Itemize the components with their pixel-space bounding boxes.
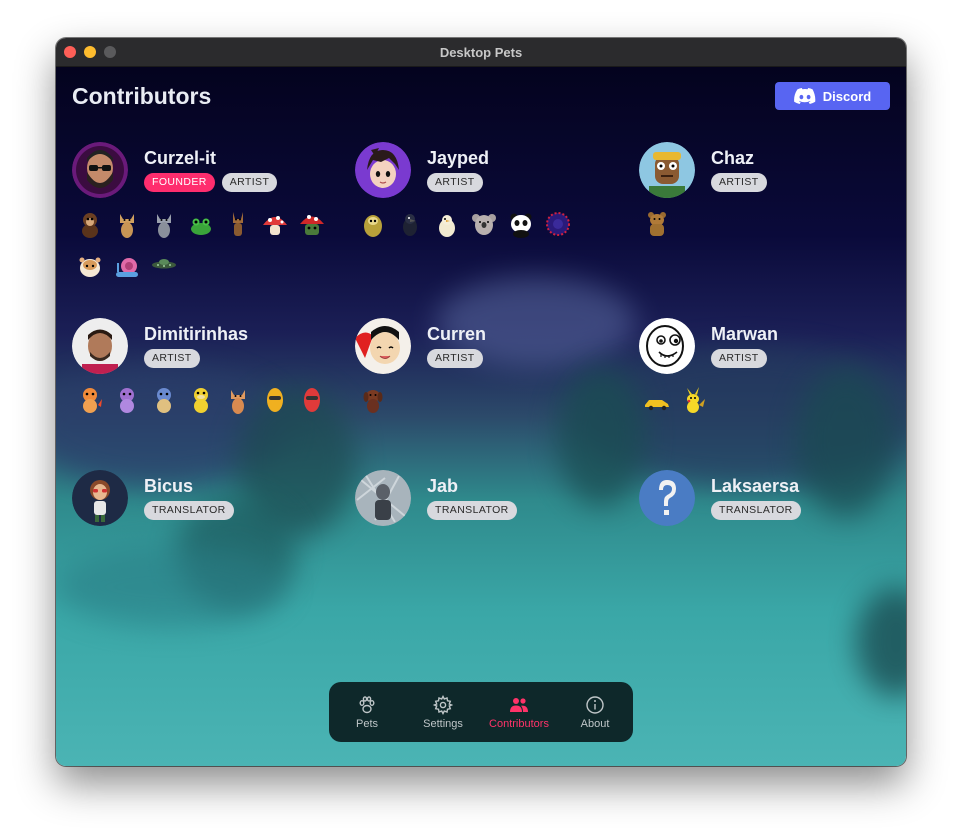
badge-list: ARTIST <box>427 173 483 192</box>
pet-list <box>72 206 342 290</box>
app-window: Desktop Pets Contributors Discord Curzel… <box>56 38 906 766</box>
photo-avatar-icon <box>355 470 411 526</box>
rattata-icon[interactable] <box>109 382 145 418</box>
bear-icon[interactable] <box>639 206 675 242</box>
man-photo-avatar-icon <box>72 318 128 374</box>
discord-button[interactable]: Discord <box>775 82 890 110</box>
tab-label: About <box>580 717 610 730</box>
badge-list: TRANSLATOR <box>144 501 234 520</box>
question-mark-avatar-icon <box>639 470 695 526</box>
translator-badge: TRANSLATOR <box>144 501 234 520</box>
koala-icon[interactable] <box>466 206 502 242</box>
cat-gray-icon[interactable] <box>146 206 182 242</box>
background-hill <box>56 547 286 627</box>
egg-red-icon[interactable] <box>294 382 330 418</box>
hedgehog-icon[interactable] <box>540 206 576 242</box>
artist-badge: ARTIST <box>427 349 483 368</box>
frog-icon[interactable] <box>183 206 219 242</box>
title-bar: Desktop Pets <box>56 38 906 67</box>
contributors-view: Contributors Discord Curzel-it FOUNDER A… <box>56 67 906 766</box>
contributor-name: Dimitirinhas <box>144 324 249 344</box>
founder-badge: FOUNDER <box>144 173 215 192</box>
charmander-icon[interactable] <box>72 382 108 418</box>
chick-icon[interactable] <box>429 206 465 242</box>
snail-icon[interactable] <box>109 248 145 284</box>
tab-settings[interactable]: Settings <box>406 688 480 736</box>
badge-list: ARTIST <box>427 349 483 368</box>
badge-list: ARTIST <box>711 173 767 192</box>
panda-icon[interactable] <box>503 206 539 242</box>
contributor-name: Laksaersa <box>711 476 800 496</box>
tab-contributors[interactable]: Contributors <box>482 688 556 736</box>
background-tree <box>856 587 906 697</box>
pet-list <box>639 382 906 424</box>
mushroom-green-icon[interactable] <box>294 206 330 242</box>
contributor-name: Curzel-it <box>144 148 216 168</box>
egg-yellow-icon[interactable] <box>257 382 293 418</box>
tab-label: Pets <box>355 717 378 730</box>
dog-icon[interactable] <box>220 206 256 242</box>
anime-character-avatar-icon <box>355 318 411 374</box>
paw-icon <box>359 695 375 713</box>
artist-badge: ARTIST <box>427 173 483 192</box>
cat-tan-icon[interactable] <box>109 206 145 242</box>
window-title: Desktop Pets <box>439 45 523 60</box>
badge-list: ARTIST <box>711 349 767 368</box>
cartoon-man-avatar-icon <box>639 142 695 198</box>
contributor-name: Chaz <box>711 148 755 168</box>
page-title: Contributors <box>72 83 212 109</box>
tab-pets[interactable]: Pets <box>330 688 404 736</box>
anime-girl-avatar-icon <box>355 142 411 198</box>
ufo-icon[interactable] <box>146 248 182 284</box>
translator-badge: TRANSLATOR <box>427 501 517 520</box>
badge-list: TRANSLATOR <box>711 501 801 520</box>
artist-badge: ARTIST <box>144 349 200 368</box>
discord-icon <box>793 88 816 104</box>
bitmoji-avatar-icon <box>72 470 128 526</box>
contributor-name: Curren <box>427 324 487 344</box>
hamster-icon[interactable] <box>72 248 108 284</box>
pet-list <box>639 206 906 248</box>
tab-bar: Pets Settings Contributors About <box>329 682 633 742</box>
bearded-man-avatar-icon <box>72 142 128 198</box>
contributor-name: Jab <box>427 476 459 496</box>
gear-icon <box>433 694 453 715</box>
cat-orange-icon[interactable] <box>220 382 256 418</box>
squirtle-icon[interactable] <box>146 382 182 418</box>
info-icon <box>586 695 604 714</box>
brown-dog-icon[interactable] <box>355 382 391 418</box>
contributor-name: Bicus <box>144 476 194 496</box>
cartoon-face-avatar-icon <box>639 318 695 374</box>
artist-badge: ARTIST <box>711 349 767 368</box>
tab-about[interactable]: About <box>558 688 632 736</box>
badge-list: TRANSLATOR <box>427 501 517 520</box>
translator-badge: TRANSLATOR <box>711 501 801 520</box>
badge-list: ARTIST <box>144 349 200 368</box>
contributor-name: Jayped <box>427 148 490 168</box>
pikachu-icon[interactable] <box>676 382 712 418</box>
discord-button-label: Discord <box>822 88 872 104</box>
psyduck-icon[interactable] <box>183 382 219 418</box>
pet-list <box>355 206 625 248</box>
artist-badge: ARTIST <box>221 173 278 192</box>
pet-list <box>72 382 342 424</box>
people-icon <box>510 697 528 712</box>
yellow-car-icon[interactable] <box>639 382 675 418</box>
contributor-name: Marwan <box>711 324 779 344</box>
tab-label: Settings <box>423 717 463 730</box>
mushroom-red-icon[interactable] <box>257 206 293 242</box>
pet-list <box>355 382 625 424</box>
artist-badge: ARTIST <box>711 173 767 192</box>
crow-icon[interactable] <box>392 206 428 242</box>
tab-label: Contributors <box>489 717 549 730</box>
sloth-icon[interactable] <box>355 206 391 242</box>
monkey-icon[interactable] <box>72 206 108 242</box>
badge-list: FOUNDER ARTIST <box>144 173 278 192</box>
